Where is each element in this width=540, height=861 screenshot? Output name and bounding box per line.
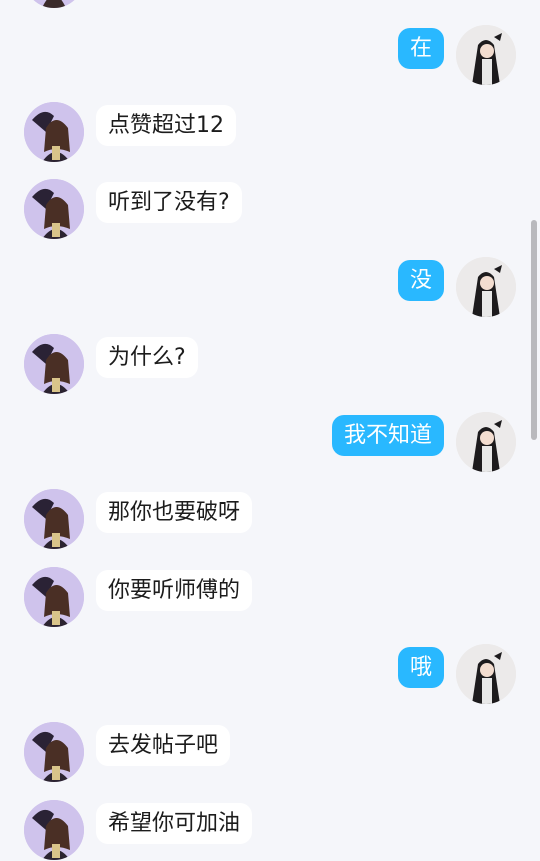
message-bubble-received[interactable]: 点赞超过12 [96, 105, 236, 146]
avatar-icon [456, 644, 516, 704]
avatar-icon [24, 722, 84, 782]
avatar-icon [456, 412, 516, 472]
avatar-icon [24, 489, 84, 549]
message-row-received: 点赞超过12 [0, 102, 540, 162]
message-bubble-received[interactable]: 那你也要破呀 [96, 492, 253, 533]
scrollbar[interactable] [531, 220, 537, 440]
message-bubble-sent[interactable]: 没 [397, 260, 444, 301]
partial-message-row [24, 0, 540, 8]
message-bubble-received[interactable]: 希望你可加油 [96, 803, 253, 844]
message-bubble-received[interactable]: 你要听师傅的 [96, 570, 253, 611]
avatar-icon [24, 102, 84, 162]
avatar-icon [24, 179, 84, 239]
avatar-icon [456, 257, 516, 317]
message-row-received: 听到了没有? [0, 179, 540, 239]
contact-avatar[interactable] [24, 489, 84, 549]
chat-message-list[interactable]: 在 点赞超过12 听到了没有? 没 为什么? 我不知道 那你也要破呀 你要听师傅… [0, 0, 540, 861]
message-bubble-received[interactable]: 为什么? [96, 337, 198, 378]
message-bubble-sent[interactable]: 我不知道 [331, 415, 444, 456]
contact-avatar[interactable] [24, 334, 84, 394]
contact-avatar[interactable] [24, 179, 84, 239]
contact-avatar[interactable] [24, 800, 84, 860]
contact-avatar[interactable] [24, 722, 84, 782]
contact-avatar[interactable] [24, 0, 84, 8]
contact-avatar[interactable] [24, 102, 84, 162]
message-row-sent: 没 [0, 257, 540, 317]
contact-avatar[interactable] [24, 567, 84, 627]
message-row-sent: 在 [0, 25, 540, 85]
avatar-icon [24, 334, 84, 394]
self-avatar[interactable] [456, 257, 516, 317]
message-row-sent: 我不知道 [0, 412, 540, 472]
message-bubble-received[interactable]: 听到了没有? [96, 182, 242, 223]
self-avatar[interactable] [456, 25, 516, 85]
avatar-icon [24, 800, 84, 860]
self-avatar[interactable] [456, 644, 516, 704]
message-row-sent: 哦 [0, 644, 540, 704]
message-row-received: 为什么? [0, 334, 540, 394]
message-row-received: 那你也要破呀 [0, 489, 540, 549]
message-bubble-sent[interactable]: 哦 [397, 647, 444, 688]
message-bubble-received[interactable]: 去发帖子吧 [96, 725, 231, 766]
message-row-received: 去发帖子吧 [0, 722, 540, 782]
avatar-icon [456, 25, 516, 85]
message-row-received: 希望你可加油 [0, 800, 540, 860]
message-row-received: 你要听师傅的 [0, 567, 540, 627]
avatar-icon [24, 567, 84, 627]
self-avatar[interactable] [456, 412, 516, 472]
message-bubble-sent[interactable]: 在 [397, 28, 444, 69]
